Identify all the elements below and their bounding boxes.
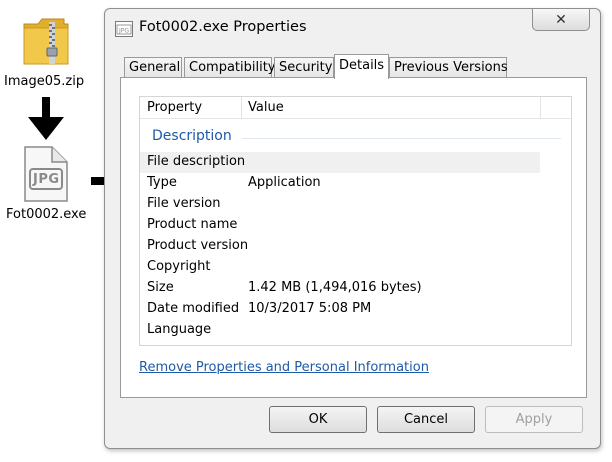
column-header-property[interactable]: Property [147, 100, 202, 115]
row-property: Date modified [147, 301, 240, 316]
row-property: Product version [147, 238, 249, 253]
row-value: Application [248, 175, 321, 190]
tab-details-label: Details [339, 58, 385, 73]
cancel-button[interactable]: Cancel [377, 406, 475, 433]
close-button[interactable]: ✕ [532, 9, 590, 31]
tab-previous-versions-label: Previous Versions [394, 60, 508, 75]
group-divider [242, 138, 561, 139]
row-property: Type [147, 175, 177, 190]
window-title-icon: JPG [115, 21, 133, 37]
details-list[interactable]: Property Value Description File descript… [139, 96, 572, 346]
row-property: Language [147, 322, 212, 337]
details-row[interactable]: Product name [140, 215, 540, 236]
tab-general[interactable]: General [124, 57, 182, 78]
tab-security-label: Security [279, 60, 333, 75]
exe-file-label: Fot0002.exe [6, 207, 87, 222]
ok-button[interactable]: OK [269, 406, 367, 433]
tab-security[interactable]: Security [274, 57, 334, 78]
details-row[interactable]: Copyright [140, 257, 540, 278]
jpg-file-icon: JPG [33, 172, 60, 187]
group-header-description[interactable]: Description [152, 128, 232, 144]
zip-file-label: Image05.zip [4, 74, 85, 89]
list-header: Property Value [140, 97, 571, 119]
tab-compatibility[interactable]: Compatibility [184, 57, 276, 78]
details-row[interactable]: Language [140, 320, 540, 341]
details-panel: Property Value Description File descript… [120, 77, 587, 398]
column-header-value[interactable]: Value [248, 100, 284, 115]
row-property: File version [147, 196, 221, 211]
tab-compatibility-label: Compatibility [189, 60, 276, 75]
details-row[interactable]: Product version [140, 236, 540, 257]
tab-details[interactable]: Details [334, 54, 389, 79]
zip-file-item[interactable] [18, 10, 74, 68]
row-value: 1.42 MB (1,494,016 bytes) [248, 280, 422, 295]
tab-previous-versions[interactable]: Previous Versions [389, 57, 508, 78]
details-row[interactable]: Date modified 10/3/2017 5:08 PM [140, 299, 540, 320]
remove-properties-link[interactable]: Remove Properties and Personal Informati… [139, 360, 429, 375]
close-icon: ✕ [555, 11, 567, 28]
tab-general-label: General [129, 60, 181, 75]
arrow-down-icon [28, 97, 64, 140]
window-title: Fot0002.exe Properties [139, 19, 307, 35]
exe-file-item[interactable]: JPG [20, 145, 72, 203]
details-row[interactable]: Type Application [140, 173, 540, 194]
details-row[interactable]: Size 1.42 MB (1,494,016 bytes) [140, 278, 540, 299]
row-value: 10/3/2017 5:08 PM [248, 301, 372, 316]
details-row[interactable]: File version [140, 194, 540, 215]
row-property: File description [147, 154, 246, 169]
details-row[interactable]: File description [140, 152, 540, 173]
title-bar[interactable]: JPG Fot0002.exe Properties ✕ [105, 9, 600, 47]
properties-dialog: JPG Fot0002.exe Properties ✕ General Com… [104, 8, 601, 449]
zip-folder-icon [23, 18, 69, 65]
row-property: Product name [147, 217, 238, 232]
column-separator[interactable] [241, 97, 242, 119]
apply-button[interactable]: Apply [485, 406, 583, 433]
column-separator[interactable] [540, 97, 541, 119]
svg-text:JPG: JPG [118, 28, 129, 35]
row-property: Copyright [147, 259, 211, 274]
row-property: Size [147, 280, 174, 295]
